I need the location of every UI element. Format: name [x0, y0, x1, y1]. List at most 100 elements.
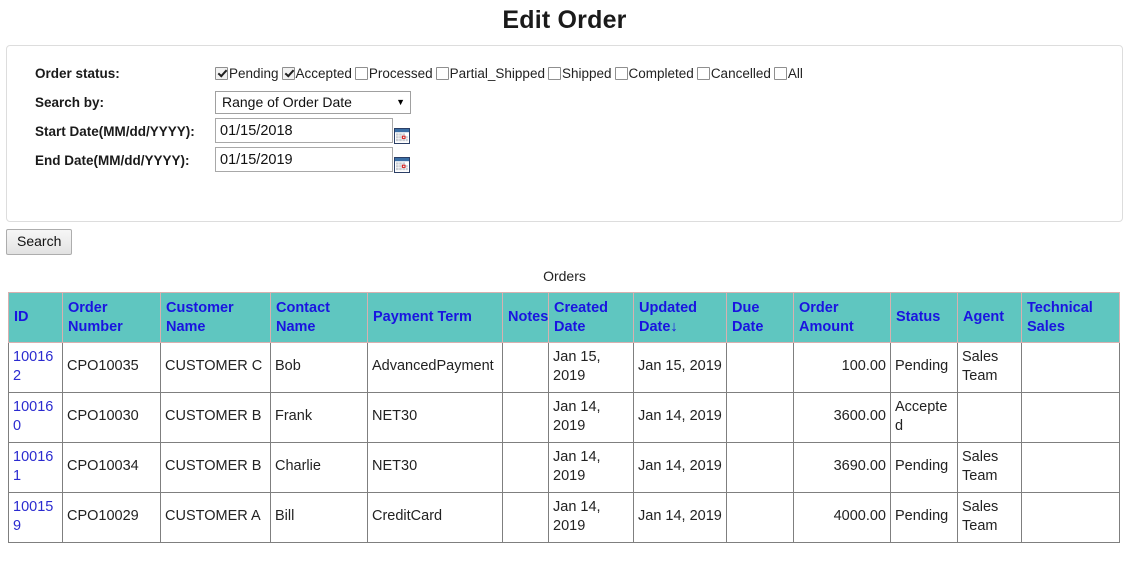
cell-created-date: Jan 14, 2019 — [548, 491, 634, 543]
cell-technical-sales — [1021, 341, 1120, 393]
status-checkbox-label: Processed — [368, 65, 433, 81]
search-by-selected-value: Range of Order Date — [222, 94, 352, 110]
cell-payment-term: AdvancedPayment — [367, 341, 503, 393]
cell-notes — [502, 441, 549, 493]
cell-agent: Sales Team — [957, 341, 1022, 393]
status-checkbox-label: Cancelled — [710, 65, 771, 81]
order-status-row: Order status: Pending Accepted Processed Pa… — [7, 60, 1122, 86]
status-checkbox-processed[interactable]: Processed — [354, 65, 433, 81]
end-date-label: End Date(MM/dd/YYYY): — [35, 152, 190, 168]
cell-id[interactable]: 100159 — [8, 491, 63, 543]
checkbox-icon[interactable] — [547, 66, 561, 80]
status-checkbox-label: Shipped — [561, 65, 612, 81]
cell-id[interactable]: 100161 — [8, 441, 63, 493]
column-header-agent[interactable]: Agent — [957, 292, 1022, 343]
status-checkbox-pending[interactable]: Pending — [215, 66, 279, 81]
search-by-row: Search by: Range of Order Date ▼ — [7, 89, 1122, 115]
search-by-label: Search by: — [35, 94, 105, 110]
checkbox-icon[interactable] — [354, 66, 368, 80]
checkbox-icon[interactable] — [614, 66, 628, 80]
page-title: Edit Order — [502, 6, 627, 34]
cell-order-number: CPO10029 — [62, 491, 161, 543]
cell-notes — [502, 391, 549, 443]
column-header-created-date[interactable]: Created Date — [548, 292, 634, 343]
cell-status: Pending — [890, 441, 958, 493]
end-date-row: End Date(MM/dd/YYYY): 01/15/2019 — [7, 147, 1122, 173]
column-header-contact-name[interactable]: Contact Name — [270, 292, 368, 343]
cell-updated-date: Jan 14, 2019 — [633, 391, 727, 443]
chevron-down-icon: ▼ — [396, 96, 405, 107]
cell-created-date: Jan 15, 2019 — [548, 341, 634, 393]
column-header-id[interactable]: ID — [8, 292, 63, 343]
orders-table: ID Order Number Customer Name Contact Name P… — [8, 292, 1120, 543]
order-id-link[interactable]: 100162 — [13, 349, 53, 385]
order-status-checkbox-group: Pending Accepted Processed Partial_Shipped S… — [215, 66, 806, 81]
order-id-link[interactable]: 100160 — [13, 399, 53, 435]
checkbox-checked-icon[interactable] — [281, 66, 295, 80]
search-button-row: Search — [0, 222, 1129, 256]
cell-id[interactable]: 100160 — [8, 391, 63, 443]
cell-updated-date: Jan 14, 2019 — [633, 491, 727, 543]
column-header-status[interactable]: Status — [890, 292, 958, 343]
orders-table-body: 100162 CPO10035 CUSTOMER C Bob AdvancedPayme… — [8, 341, 1120, 543]
checkbox-icon[interactable] — [773, 66, 787, 80]
start-date-row: Start Date(MM/dd/YYYY): 01/15/2018 — [7, 118, 1122, 144]
order-id-link[interactable]: 100161 — [13, 449, 53, 485]
cell-notes — [502, 491, 549, 543]
cell-order-number: CPO10034 — [62, 441, 161, 493]
table-row: 100161 CPO10034 CUSTOMER B Charlie NET30 Jan … — [8, 441, 1120, 493]
cell-customer-name: CUSTOMER C — [160, 341, 271, 393]
search-by-select[interactable]: Range of Order Date ▼ — [215, 90, 411, 114]
cell-updated-date: Jan 14, 2019 — [633, 441, 727, 493]
column-header-updated-date[interactable]: Updated Date↓ — [633, 292, 727, 343]
checkbox-icon[interactable] — [435, 66, 449, 80]
column-header-technical-sales[interactable]: Technical Sales — [1021, 292, 1120, 343]
status-checkbox-label: Partial_Shipped — [449, 65, 545, 81]
table-row: 100162 CPO10035 CUSTOMER C Bob AdvancedPayme… — [8, 341, 1120, 393]
column-header-customer-name[interactable]: Customer Name — [160, 292, 271, 343]
column-header-payment-term[interactable]: Payment Term — [367, 292, 503, 343]
cell-created-date: Jan 14, 2019 — [548, 391, 634, 443]
checkbox-checked-icon[interactable] — [215, 66, 228, 80]
cell-contact-name: Bill — [270, 491, 368, 543]
calendar-icon[interactable] — [394, 128, 410, 144]
cell-id[interactable]: 100162 — [8, 341, 63, 393]
column-header-due-date[interactable]: Due Date — [726, 292, 794, 343]
start-date-field-group: 01/15/2018 — [215, 118, 410, 144]
cell-order-number: CPO10035 — [62, 341, 161, 393]
cell-customer-name: CUSTOMER B — [160, 391, 271, 443]
cell-payment-term: CreditCard — [367, 491, 503, 543]
status-checkbox-partial_shipped[interactable]: Partial_Shipped — [435, 65, 545, 81]
search-button[interactable]: Search — [6, 229, 73, 256]
status-checkbox-all[interactable]: All — [773, 66, 803, 81]
end-date-input[interactable]: 01/15/2019 — [215, 147, 393, 172]
start-date-input[interactable]: 01/15/2018 — [215, 118, 393, 143]
cell-order-amount: 4000.00 — [793, 491, 891, 543]
cell-due-date — [726, 341, 794, 393]
cell-customer-name: CUSTOMER A — [160, 491, 271, 543]
cell-technical-sales — [1021, 441, 1120, 493]
calendar-icon[interactable] — [394, 157, 410, 173]
cell-status: Accepted — [890, 391, 958, 443]
status-checkbox-accepted[interactable]: Accepted — [281, 66, 352, 81]
cell-created-date: Jan 14, 2019 — [548, 441, 634, 493]
cell-due-date — [726, 491, 794, 543]
checkbox-icon[interactable] — [696, 66, 710, 80]
cell-contact-name: Frank — [270, 391, 368, 443]
order-status-label: Order status: — [35, 65, 120, 81]
cell-agent — [957, 391, 1022, 443]
cell-agent: Sales Team — [957, 491, 1022, 543]
column-header-order-amount[interactable]: Order Amount — [793, 292, 891, 343]
status-checkbox-shipped[interactable]: Shipped — [547, 65, 612, 81]
order-id-link[interactable]: 100159 — [13, 499, 53, 535]
status-checkbox-cancelled[interactable]: Cancelled — [696, 65, 771, 81]
cell-due-date — [726, 391, 794, 443]
start-date-label: Start Date(MM/dd/YYYY): — [35, 123, 195, 139]
end-date-field-group: 01/15/2019 — [215, 147, 410, 173]
cell-contact-name: Bob — [270, 341, 368, 393]
column-header-notes[interactable]: Notes — [502, 292, 549, 343]
status-checkbox-label: Pending — [229, 65, 279, 81]
status-checkbox-completed[interactable]: Completed — [614, 66, 694, 81]
table-row: 100159 CPO10029 CUSTOMER A Bill CreditCard Ja… — [8, 491, 1120, 543]
column-header-order-number[interactable]: Order Number — [62, 292, 161, 343]
